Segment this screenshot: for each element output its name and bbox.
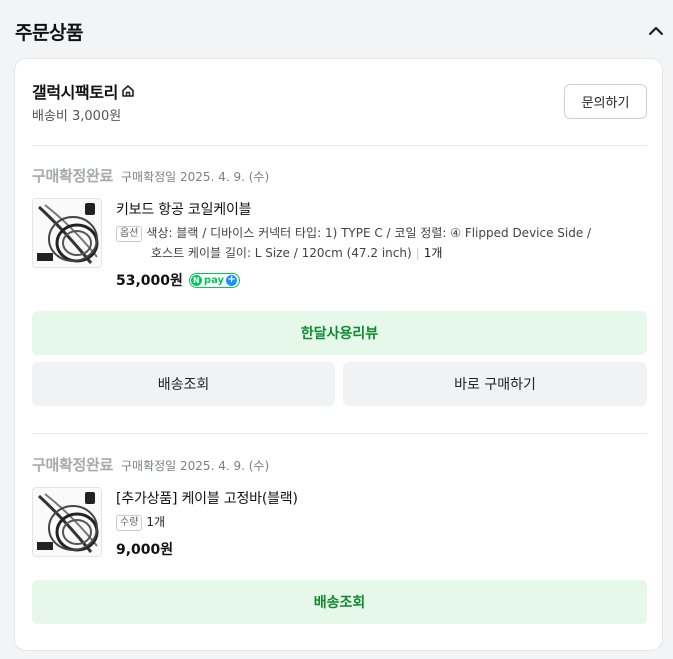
product-options-cont: 호스트 케이블 길이: L Size / 120cm (47.2 inch) | 1…	[151, 244, 673, 263]
product-price: 9,000원	[116, 542, 174, 558]
monthly-review-button[interactable]: 한달사용리뷰	[32, 311, 647, 355]
product-price: 53,000원	[116, 273, 183, 289]
option-tag: 옵션	[116, 226, 143, 242]
section-header: 주문상품	[15, 18, 665, 46]
order-status-line: 구매확정완료 구매확정일 2025. 4. 9. (수)	[32, 454, 269, 475]
product-name[interactable]: [추가상품] 케이블 고정바(블랙)	[116, 488, 298, 508]
option-text-1: 색상: 블랙 / 디바이스 커넥터 타입: 1) TYPE C / 코일 정렬:…	[146, 226, 592, 240]
quantity: 1개	[423, 246, 443, 260]
seller-name-label: 갤럭시팩토리	[32, 83, 118, 102]
price-row: 9,000원	[116, 539, 173, 559]
product-thumbnail[interactable]	[32, 198, 102, 268]
quantity: 1개	[146, 515, 166, 529]
coil-cable-image	[33, 488, 101, 556]
buy-again-button[interactable]: 바로 구매하기	[343, 362, 647, 406]
section-title: 주문상품	[15, 22, 83, 44]
coil-cable-image	[33, 199, 101, 267]
npay-label: pay	[203, 274, 225, 286]
npay-badge: N pay +	[188, 272, 241, 288]
product-options: 옵션 색상: 블랙 / 디바이스 커넥터 타입: 1) TYPE C / 코일 정…	[116, 224, 656, 243]
product-options: 수량 1개	[116, 513, 656, 532]
shipping-fee: 배송비 3,000원	[32, 109, 122, 124]
order-card: 갤럭시팩토리 배송비 3,000원 문의하기 구매확정완료 구매확정일 2025…	[14, 58, 663, 651]
order-confirm-date: 구매확정일 2025. 4. 9. (수)	[121, 459, 270, 473]
order-status: 구매확정완료	[32, 456, 114, 474]
inquiry-button[interactable]: 문의하기	[564, 84, 647, 119]
option-text-2: 호스트 케이블 길이: L Size / 120cm (47.2 inch)	[151, 246, 412, 260]
home-icon	[122, 85, 134, 97]
divider	[32, 145, 647, 146]
separator: |	[415, 246, 420, 260]
quantity-tag: 수량	[116, 515, 143, 531]
product-name[interactable]: 키보드 항공 코일케이블	[116, 199, 252, 219]
naver-n-icon: N	[190, 274, 202, 286]
order-confirm-date: 구매확정일 2025. 4. 9. (수)	[121, 170, 270, 184]
order-status: 구매확정완료	[32, 167, 114, 185]
divider	[32, 433, 647, 434]
chevron-up-icon[interactable]	[647, 22, 665, 40]
product-thumbnail[interactable]	[32, 487, 102, 557]
plus-icon: +	[226, 274, 238, 286]
track-delivery-button[interactable]: 배송조회	[32, 580, 647, 624]
track-delivery-button[interactable]: 배송조회	[32, 362, 335, 406]
seller-name[interactable]: 갤럭시팩토리	[32, 79, 135, 103]
price-row: 53,000원 N pay +	[116, 270, 241, 290]
order-status-line: 구매확정완료 구매확정일 2025. 4. 9. (수)	[32, 165, 269, 186]
